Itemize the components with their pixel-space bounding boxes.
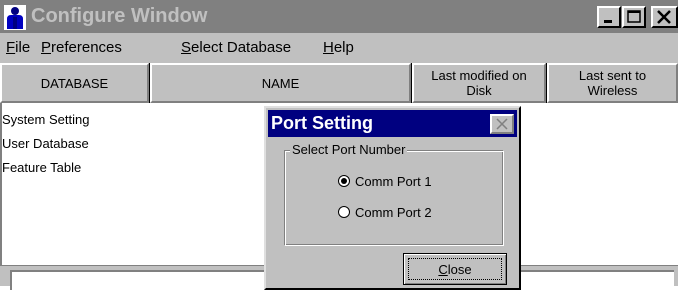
- dialog-title: Port Setting: [271, 113, 373, 133]
- list-item[interactable]: System Setting: [2, 110, 89, 130]
- menu-preferences[interactable]: Preferences: [41, 36, 122, 60]
- title-bar[interactable]: Configure Window: [0, 0, 678, 33]
- minimize-icon: [604, 20, 612, 23]
- close-icon: [657, 10, 671, 24]
- column-header-database[interactable]: DATABASE: [0, 63, 150, 103]
- list-item[interactable]: User Database: [2, 134, 89, 154]
- dialog-close-button[interactable]: [490, 114, 514, 134]
- dialog-title-bar[interactable]: Port Setting: [268, 110, 517, 137]
- person-icon[interactable]: [4, 5, 26, 30]
- port-number-group: [284, 150, 504, 246]
- maximize-icon: [627, 10, 641, 23]
- minimize-button[interactable]: [597, 6, 621, 28]
- port-setting-dialog: Port Setting Select Port Number Comm Por…: [264, 106, 521, 290]
- configure-window: Configure Window File Preferences Select…: [0, 0, 678, 290]
- radio-comm-port-2[interactable]: Comm Port 2: [338, 203, 432, 221]
- maximize-button[interactable]: [622, 6, 646, 28]
- menu-file[interactable]: File: [6, 36, 30, 60]
- group-label: Select Port Number: [290, 141, 408, 159]
- window-close-button[interactable]: [651, 6, 678, 28]
- window-title: Configure Window: [31, 5, 208, 27]
- radio-checked-icon[interactable]: [338, 175, 350, 187]
- column-header-last-sent[interactable]: Last sent to Wireless: [547, 63, 678, 103]
- table-header: DATABASE NAME Last modified on Disk Last…: [0, 63, 678, 103]
- radio-unchecked-icon[interactable]: [338, 206, 350, 218]
- menu-bar: File Preferences Select Database Help: [0, 36, 678, 60]
- column-header-name[interactable]: NAME: [150, 63, 412, 103]
- column-header-last-modified[interactable]: Last modified on Disk: [412, 63, 547, 103]
- list-item[interactable]: Feature Table: [2, 158, 81, 178]
- menu-help[interactable]: Help: [323, 36, 354, 60]
- close-icon: [496, 118, 508, 130]
- radio-comm-port-1[interactable]: Comm Port 1: [338, 172, 432, 190]
- close-button[interactable]: Close: [403, 253, 507, 285]
- menu-select-database[interactable]: Select Database: [181, 36, 291, 60]
